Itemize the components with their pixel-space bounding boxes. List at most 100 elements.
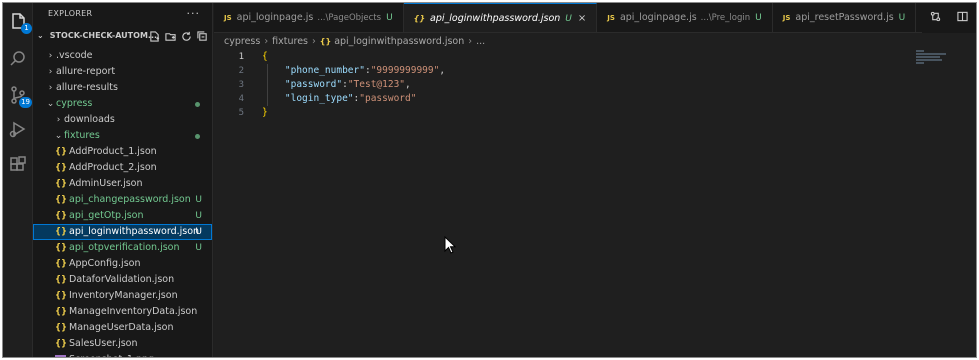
code-line: 2 "phone_number":"9999999999", (214, 64, 976, 78)
tree-folder[interactable]: › allure-report (33, 64, 212, 80)
mouse-pointer-icon (444, 236, 456, 254)
editor-area: JS api_loginpage.js ...\PageObjects U{} api_… (214, 3, 976, 357)
tree-item-label: allure-results (56, 82, 118, 93)
chevron-down-icon: ⌄ (46, 99, 55, 109)
new-file-icon[interactable] (148, 25, 160, 47)
line-number: 4 (238, 94, 244, 104)
code-token: "login_type" (284, 93, 354, 104)
split-editor-icon[interactable] (957, 11, 968, 25)
tab-label: api_resetPassword.js (795, 12, 894, 23)
tree-item-label: api_getOtp.json (69, 210, 144, 221)
breadcrumb-file[interactable]: api_loginwithpassword.json (334, 36, 464, 47)
run-debug-icon[interactable] (8, 119, 28, 139)
more-actions-button[interactable]: ··· (187, 3, 201, 25)
breadcrumb: cypress › fixtures ›{} api_loginwithpassword… (214, 33, 485, 50)
tree-folder[interactable]: ⌄ cypress (33, 96, 212, 112)
image-file-icon (55, 355, 66, 357)
tree-file[interactable]: {} ManageInventoryData.json (33, 304, 212, 320)
breadcrumb-tail[interactable]: ... (476, 36, 485, 47)
tree-item-label: AddProduct_1.json (69, 146, 157, 157)
editor-tab[interactable]: JS api_loginpage.js ...\Pre_login U (597, 3, 773, 32)
close-icon[interactable]: × (578, 13, 586, 24)
editor-tab[interactable]: JS api_resetPassword.js U (773, 3, 917, 32)
collapse-all-icon[interactable] (196, 25, 208, 47)
json-file-icon: {} (55, 339, 68, 349)
tree-item-label: .vscode (56, 50, 93, 61)
git-status-badge: U (195, 195, 202, 205)
code-text: "login_type":"password" (262, 92, 417, 106)
code-line: 4 "login_type":"password" (214, 92, 976, 106)
code-line: 3 "password":"Test@123", (214, 78, 976, 92)
explorer-badge: 1 (21, 23, 32, 34)
tree-file[interactable]: {} ManageUserData.json (33, 320, 212, 336)
tree-folder[interactable]: ⌄ fixtures (33, 128, 212, 144)
json-file-icon: {} (55, 179, 68, 189)
source-control-icon[interactable]: 19 (8, 85, 32, 108)
chevron-down-icon: ⌄ (37, 31, 44, 40)
editor-actions (922, 3, 976, 33)
tree-folder[interactable]: › .vscode (33, 48, 212, 64)
tab-bar: JS api_loginpage.js ...\PageObjects U{} api_… (214, 3, 976, 33)
tree-item-label: SalesUser.json (69, 338, 138, 349)
chevron-right-icon: › (264, 36, 269, 47)
code-line: 1{ (214, 50, 976, 64)
workspace-root-header[interactable]: ⌄ STOCK-CHECK-AUTOM... (33, 25, 212, 47)
code-editor[interactable]: 1{2 "phone_number":"9999999999", 3 "passw… (214, 50, 976, 120)
tree-item-label: ManageUserData.json (69, 322, 174, 333)
tree-file[interactable]: {} AppConfig.json (33, 256, 212, 272)
tree-file[interactable]: {} api_otpverification.json U (33, 240, 212, 256)
tree-folder[interactable]: › allure-results (33, 80, 212, 96)
git-status-badge: U (386, 13, 393, 23)
git-status-badge: U (195, 227, 202, 237)
tree-file[interactable]: {} AddProduct_1.json (33, 144, 212, 160)
search-icon[interactable] (8, 49, 28, 69)
tree-file[interactable]: {} api_loginwithpassword.json U (33, 224, 212, 240)
line-number: 2 (238, 66, 244, 76)
editor-tab[interactable]: JS api_loginpage.js ...\PageObjects U (214, 3, 404, 32)
line-number: 3 (238, 80, 244, 90)
code-token: { (262, 51, 268, 62)
json-file-icon: {} (55, 227, 68, 237)
tree-item-label: AppConfig.json (69, 258, 141, 269)
modified-dot-icon (195, 134, 200, 139)
tab-label: api_loginpage.js (236, 12, 314, 23)
modified-dot-icon (195, 102, 200, 107)
chevron-right-icon: › (48, 51, 53, 61)
json-file-icon: {} (319, 37, 332, 46)
tree-file[interactable]: {} api_getOtp.json U (33, 208, 212, 224)
explorer-icon[interactable]: 1 (8, 11, 32, 34)
file-tree: › .vscode › allure-report › allure-results ⌄ cy… (33, 48, 212, 357)
chevron-right-icon: › (468, 36, 473, 47)
code-token: , (439, 65, 446, 76)
json-file-icon: {} (55, 163, 68, 173)
tree-file[interactable]: {} AddProduct_2.json (33, 160, 212, 176)
tree-file[interactable]: {} AdminUser.json (33, 176, 212, 192)
tree-folder[interactable]: › downloads (33, 112, 212, 128)
extensions-icon[interactable] (8, 155, 28, 175)
breadcrumb-cypress[interactable]: cypress (224, 36, 260, 47)
tree-file[interactable]: {} SalesUser.json (33, 336, 212, 352)
refresh-icon[interactable] (180, 25, 192, 47)
json-file-icon: {} (413, 14, 426, 23)
tree-file[interactable]: {} DataforValidation.json (33, 272, 212, 288)
tab-description: ...\Pre_login (700, 13, 751, 23)
breadcrumb-fixtures[interactable]: fixtures (272, 36, 308, 47)
javascript-file-icon: JS (224, 14, 232, 22)
tree-file[interactable]: {} InventoryManager.json (33, 288, 212, 304)
tree-item-label: cypress (56, 98, 93, 109)
tab-label: api_loginwithpassword.json (430, 13, 561, 24)
json-file-icon: {} (55, 195, 68, 205)
json-file-icon: {} (55, 291, 68, 301)
tree-file[interactable]: Screenshot_1.png (33, 352, 212, 357)
git-status-badge: U (898, 13, 906, 23)
editor-tab[interactable]: {} api_loginwithpassword.json U × (403, 3, 598, 32)
compare-changes-icon[interactable] (930, 11, 941, 25)
new-folder-icon[interactable] (164, 25, 176, 47)
minimap[interactable] (916, 50, 966, 70)
tree-file[interactable]: {} api_changepassword.json U (33, 192, 212, 208)
chevron-right-icon: › (311, 36, 316, 47)
line-number: 1 (238, 52, 244, 62)
code-token: "password" (284, 79, 343, 90)
